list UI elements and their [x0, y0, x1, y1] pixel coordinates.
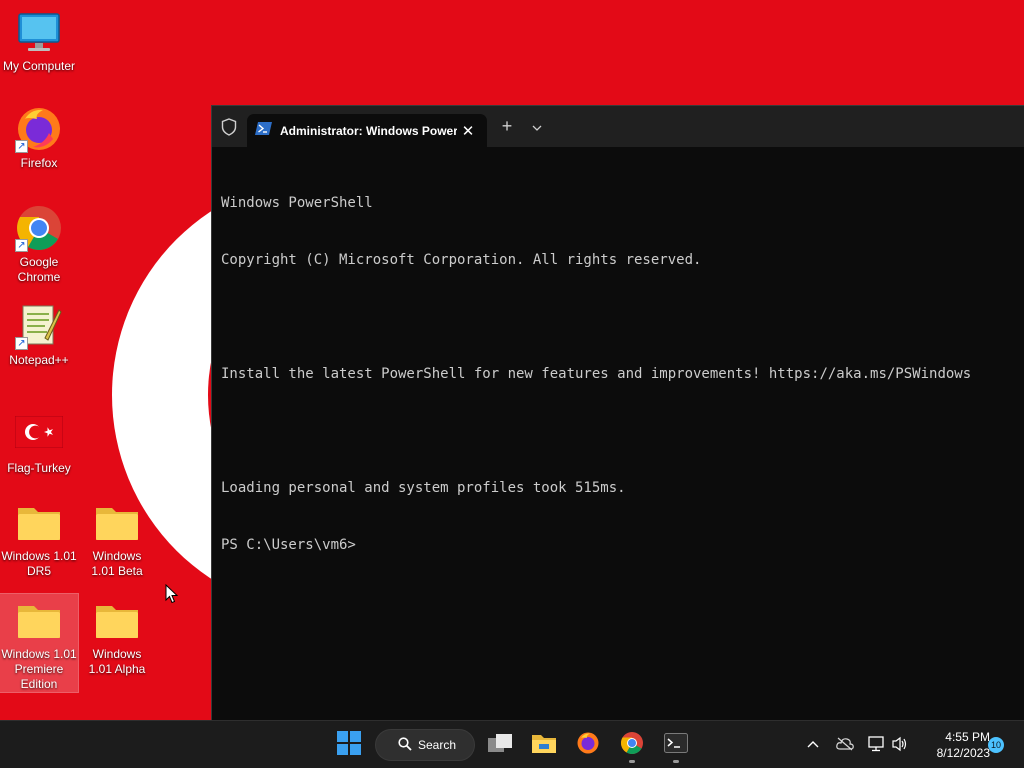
tab-title: Administrator: Windows PowerShell: [280, 123, 457, 138]
windows-logo-icon: [337, 730, 361, 760]
search-label: Search: [418, 738, 457, 752]
desktop-icon-label: Windows 1.01 Beta: [91, 549, 143, 578]
terminal-icon: [664, 732, 688, 758]
desktop-icon-label: Google Chrome: [17, 255, 61, 284]
desktop-icon-folder-dr5[interactable]: Windows 1.01 DR5: [0, 498, 78, 579]
shortcut-arrow-icon: ↗: [15, 337, 28, 350]
clock-time: 4:55 PM: [945, 730, 990, 744]
desktop-icon-label: Windows 1.01 DR5: [1, 549, 77, 578]
chevron-down-icon: [532, 118, 542, 136]
terminal-line: Windows PowerShell: [221, 195, 373, 211]
firefox-icon: ↗: [15, 105, 63, 153]
notification-badge[interactable]: 10: [988, 737, 1004, 753]
terminal-window[interactable]: Administrator: Windows PowerShell ✕ + Wi…: [211, 105, 1024, 720]
desktop-icon-folder-premiere-edition[interactable]: Windows 1.01 Premiere Edition: [0, 593, 79, 693]
clock-date: 8/12/2023: [936, 746, 990, 760]
folder-icon: [15, 596, 63, 644]
tab-powershell[interactable]: Administrator: Windows PowerShell ✕: [247, 114, 487, 147]
desktop-icon-label: Windows 1.01 Alpha: [88, 647, 146, 676]
flag-turkey-icon: [14, 415, 64, 452]
search-icon: [398, 736, 412, 754]
desktop-icon-label: Notepad++: [9, 353, 69, 367]
shortcut-arrow-icon: ↗: [15, 239, 28, 252]
start-button[interactable]: [329, 725, 369, 765]
taskbar-terminal[interactable]: [656, 725, 696, 765]
taskbar: Search 4:55 PM 8/12/2023 10: [0, 720, 1024, 768]
desktop-icon-label: Windows 1.01 Premiere Edition: [1, 647, 77, 691]
cloud-offline-icon[interactable]: [834, 733, 856, 755]
desktop-icon-my-computer[interactable]: My Computer: [0, 8, 78, 74]
running-indicator: [629, 760, 635, 763]
terminal-prompt[interactable]: PS C:\Users\vm6>: [221, 536, 1024, 555]
terminal-line: Copyright (C) Microsoft Corporation. All…: [221, 252, 702, 268]
desktop-icon-label: Flag-Turkey: [7, 461, 71, 475]
terminal-output[interactable]: Windows PowerShell Copyright (C) Microso…: [212, 147, 1024, 720]
taskbar-file-explorer[interactable]: [524, 725, 564, 765]
show-hidden-icons-button[interactable]: [802, 733, 824, 755]
taskbar-chrome[interactable]: [612, 725, 652, 765]
taskbar-clock[interactable]: 4:55 PM 8/12/2023: [918, 729, 990, 761]
folder-icon: [93, 498, 141, 546]
notepadpp-icon: ↗: [15, 302, 63, 350]
network-icon[interactable]: [866, 733, 888, 755]
chrome-icon: ↗: [15, 204, 63, 252]
folder-icon: [93, 596, 141, 644]
desktop-icon-folder-alpha[interactable]: Windows 1.01 Alpha: [78, 596, 156, 677]
tab-dropdown-button[interactable]: [527, 106, 547, 147]
firefox-icon: [576, 731, 600, 760]
new-tab-button[interactable]: +: [487, 106, 527, 147]
task-view-icon: [487, 733, 513, 758]
tab-close-button[interactable]: ✕: [457, 122, 479, 140]
terminal-line: Install the latest PowerShell for new fe…: [221, 366, 972, 382]
terminal-titlebar[interactable]: Administrator: Windows PowerShell ✕ +: [212, 106, 1024, 147]
powershell-icon: [255, 121, 272, 140]
desktop-icon-label: My Computer: [2, 59, 76, 73]
taskbar-search[interactable]: Search: [375, 729, 475, 761]
running-indicator: [673, 760, 679, 763]
desktop-icon-chrome[interactable]: ↗ Google Chrome: [0, 204, 78, 285]
admin-shield-icon: [212, 106, 246, 147]
chevron-up-icon: [807, 735, 819, 753]
desktop-icon-flag-turkey[interactable]: Flag-Turkey: [0, 410, 78, 476]
volume-icon[interactable]: [889, 733, 911, 755]
task-view-button[interactable]: [480, 725, 520, 765]
shortcut-arrow-icon: ↗: [15, 140, 28, 153]
taskbar-firefox[interactable]: [568, 725, 608, 765]
desktop-icon-label: Firefox: [20, 156, 58, 170]
chrome-icon: [620, 731, 644, 760]
monitor-icon: [15, 8, 63, 56]
desktop-icon-notepadpp[interactable]: ↗ Notepad++: [0, 302, 78, 368]
desktop-icon-folder-beta[interactable]: Windows 1.01 Beta: [78, 498, 156, 579]
mouse-cursor-icon: [165, 583, 179, 604]
file-explorer-icon: [531, 732, 557, 759]
terminal-line: Loading personal and system profiles too…: [221, 480, 626, 496]
folder-icon: [15, 498, 63, 546]
desktop-icon-firefox[interactable]: ↗ Firefox: [0, 105, 78, 171]
